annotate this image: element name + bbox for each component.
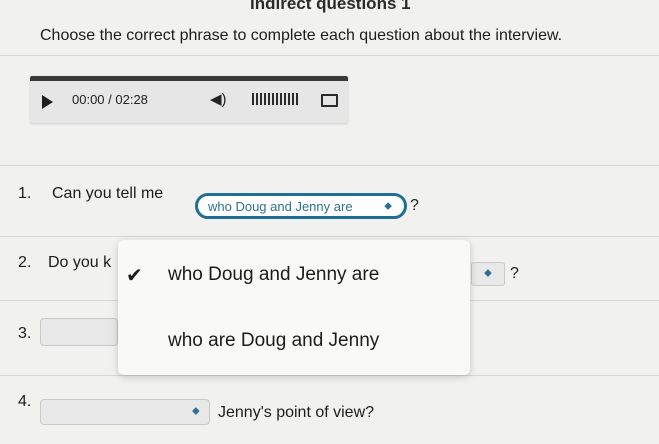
- question-2-number: 2.: [18, 254, 32, 271]
- waveform-icon[interactable]: [252, 93, 298, 105]
- volume-icon[interactable]: ◀): [210, 90, 227, 108]
- dropdown-option[interactable]: who are Doug and Jenny: [118, 316, 470, 368]
- question-4-number: 4.: [18, 393, 32, 410]
- page-heading: Indirect questions 1: [250, 0, 411, 13]
- question-2-text: Do you k: [48, 254, 112, 271]
- divider: [0, 165, 659, 166]
- dropdown-menu[interactable]: ✔ who Doug and Jenny are who are Doug an…: [118, 240, 470, 375]
- divider: [0, 236, 659, 237]
- divider: [0, 375, 659, 376]
- dropdown-option-label: who are Doug and Jenny: [168, 330, 380, 351]
- question-2-qmark: ?: [510, 265, 519, 282]
- question-4-text: Jenny's point of view?: [218, 404, 375, 421]
- question-4-select[interactable]: [40, 399, 210, 425]
- audio-time: 00:00 / 02:28: [72, 92, 148, 107]
- divider: [0, 55, 659, 56]
- dropdown-option[interactable]: ✔ who Doug and Jenny are: [118, 250, 470, 302]
- check-icon: ✔: [126, 265, 143, 287]
- select-arrows-icon: ⬥: [384, 200, 392, 212]
- select-arrows-icon: ⬥: [484, 267, 492, 279]
- download-icon[interactable]: [321, 94, 338, 107]
- question-1-number: 1.: [18, 185, 32, 202]
- question-3-number: 3.: [18, 325, 32, 342]
- question-1-qmark: ?: [410, 197, 419, 214]
- select-arrows-icon: ⬥: [192, 405, 200, 417]
- question-3-select[interactable]: [40, 318, 118, 346]
- question-2-select[interactable]: ⬥: [471, 262, 505, 286]
- dropdown-option-label: who Doug and Jenny are: [168, 264, 380, 285]
- instructions: Choose the correct phrase to complete ea…: [40, 27, 563, 44]
- question-1-select[interactable]: who Doug and Jenny are ⬥: [195, 193, 407, 219]
- audio-player[interactable]: 00:00 / 02:28 ◀): [30, 76, 348, 123]
- play-icon[interactable]: [42, 95, 53, 109]
- question-1-text: Can you tell me: [52, 185, 164, 202]
- question-1-selected-value: who Doug and Jenny are: [208, 199, 353, 214]
